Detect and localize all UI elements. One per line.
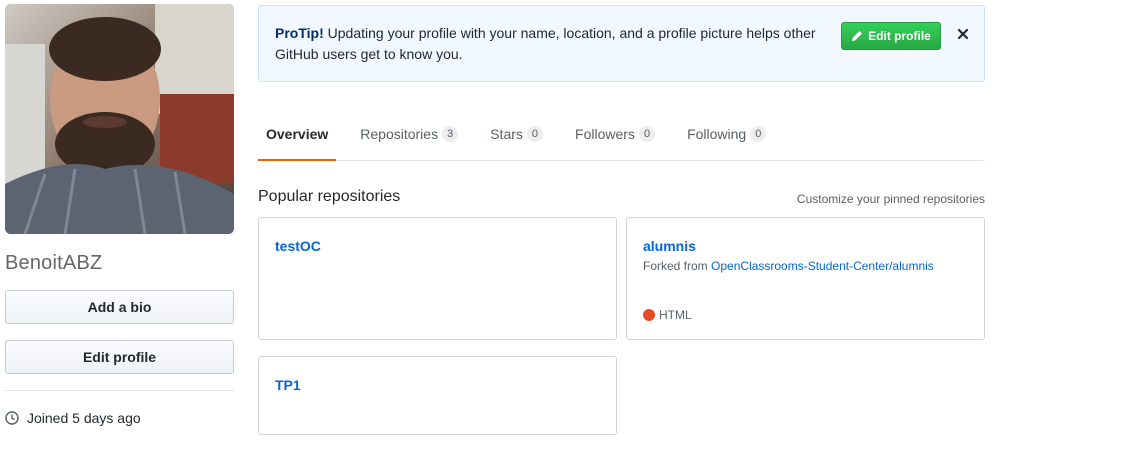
joined-info: Joined 5 days ago <box>5 410 141 426</box>
stars-count: 0 <box>526 126 544 142</box>
repo-card: testOC <box>258 217 617 340</box>
tab-label: Followers <box>575 126 635 142</box>
close-icon[interactable] <box>953 24 973 44</box>
protip-edit-label: Edit profile <box>868 29 931 43</box>
repo-link-tp1[interactable]: TP1 <box>275 377 301 393</box>
sidebar-divider <box>5 390 234 391</box>
repo-card: TP1 <box>258 356 617 435</box>
tab-stars[interactable]: Stars 0 <box>482 108 551 160</box>
protip-label: ProTip! <box>275 25 328 41</box>
forked-source-link[interactable]: OpenClassrooms-Student-Center/alumnis <box>711 259 934 273</box>
forked-prefix: Forked from <box>643 259 712 273</box>
following-count: 0 <box>750 126 767 142</box>
protip-edit-profile-button[interactable]: Edit profile <box>841 22 941 50</box>
pencil-icon <box>852 31 863 41</box>
clock-icon <box>5 411 19 425</box>
tab-label: Following <box>687 126 747 142</box>
tab-followers[interactable]: Followers 0 <box>567 108 663 160</box>
tab-repositories[interactable]: Repositories 3 <box>352 108 466 160</box>
tab-label: Repositories <box>360 126 439 142</box>
repo-link-alumnis[interactable]: alumnis <box>643 238 696 254</box>
repo-card: alumnis Forked from OpenClassrooms-Stude… <box>626 217 985 340</box>
tab-overview[interactable]: Overview <box>258 108 337 161</box>
profile-tabs: Overview Repositories 3 Stars 0 Follower… <box>258 108 985 161</box>
tab-label: Overview <box>266 125 329 142</box>
add-bio-button[interactable]: Add a bio <box>5 290 234 324</box>
repo-language: HTML <box>643 308 692 322</box>
avatar-image <box>5 4 234 234</box>
forked-from-info: Forked from OpenClassrooms-Student-Cente… <box>643 259 934 273</box>
protip-message: Updating your profile with your name, lo… <box>275 25 816 62</box>
profile-username: BenoitABZ <box>5 252 103 274</box>
popular-repositories-title: Popular repositories <box>258 188 401 205</box>
repo-link-testoc[interactable]: testOC <box>275 238 321 254</box>
protip-text: ProTip! Updating your profile with your … <box>275 23 835 65</box>
tab-label: Stars <box>490 126 523 142</box>
language-label: HTML <box>659 308 692 322</box>
joined-text: Joined 5 days ago <box>27 410 141 426</box>
avatar[interactable] <box>5 4 234 234</box>
language-color-dot <box>643 309 655 321</box>
followers-count: 0 <box>638 126 656 142</box>
protip-banner: ProTip! Updating your profile with your … <box>258 5 985 82</box>
tab-following[interactable]: Following 0 <box>679 108 774 160</box>
repositories-count: 3 <box>442 126 459 142</box>
edit-profile-button[interactable]: Edit profile <box>5 340 234 374</box>
customize-pinned-link[interactable]: Customize your pinned repositories <box>797 192 985 206</box>
